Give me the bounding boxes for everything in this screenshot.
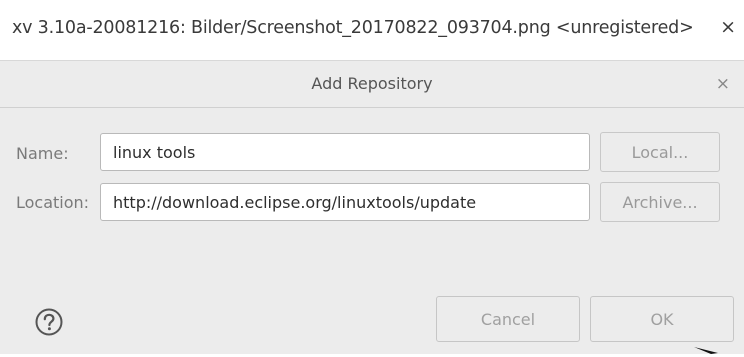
archive-button[interactable]: Archive... bbox=[600, 182, 720, 222]
dialog-body: Name: Local... Location: Archive... Canc… bbox=[0, 108, 744, 354]
location-label: Location: bbox=[16, 193, 90, 212]
cancel-button[interactable]: Cancel bbox=[436, 296, 580, 342]
viewer-close-icon[interactable]: × bbox=[720, 17, 736, 37]
local-button[interactable]: Local... bbox=[600, 132, 720, 172]
viewer-title-bar: xv 3.10a-20081216: Bilder/Screenshot_201… bbox=[0, 0, 744, 61]
dialog-title: Add Repository bbox=[311, 74, 433, 93]
dialog-header: Add Repository × bbox=[0, 61, 744, 108]
ok-button[interactable]: OK bbox=[590, 296, 734, 342]
name-field[interactable] bbox=[100, 133, 590, 171]
mouse-pointer-icon bbox=[694, 347, 718, 354]
dialog-close-icon[interactable]: × bbox=[716, 74, 730, 94]
name-label: Name: bbox=[16, 144, 69, 163]
question-circle-icon[interactable] bbox=[34, 307, 64, 337]
viewer-title: xv 3.10a-20081216: Bilder/Screenshot_201… bbox=[12, 18, 694, 38]
location-field[interactable] bbox=[100, 183, 590, 221]
